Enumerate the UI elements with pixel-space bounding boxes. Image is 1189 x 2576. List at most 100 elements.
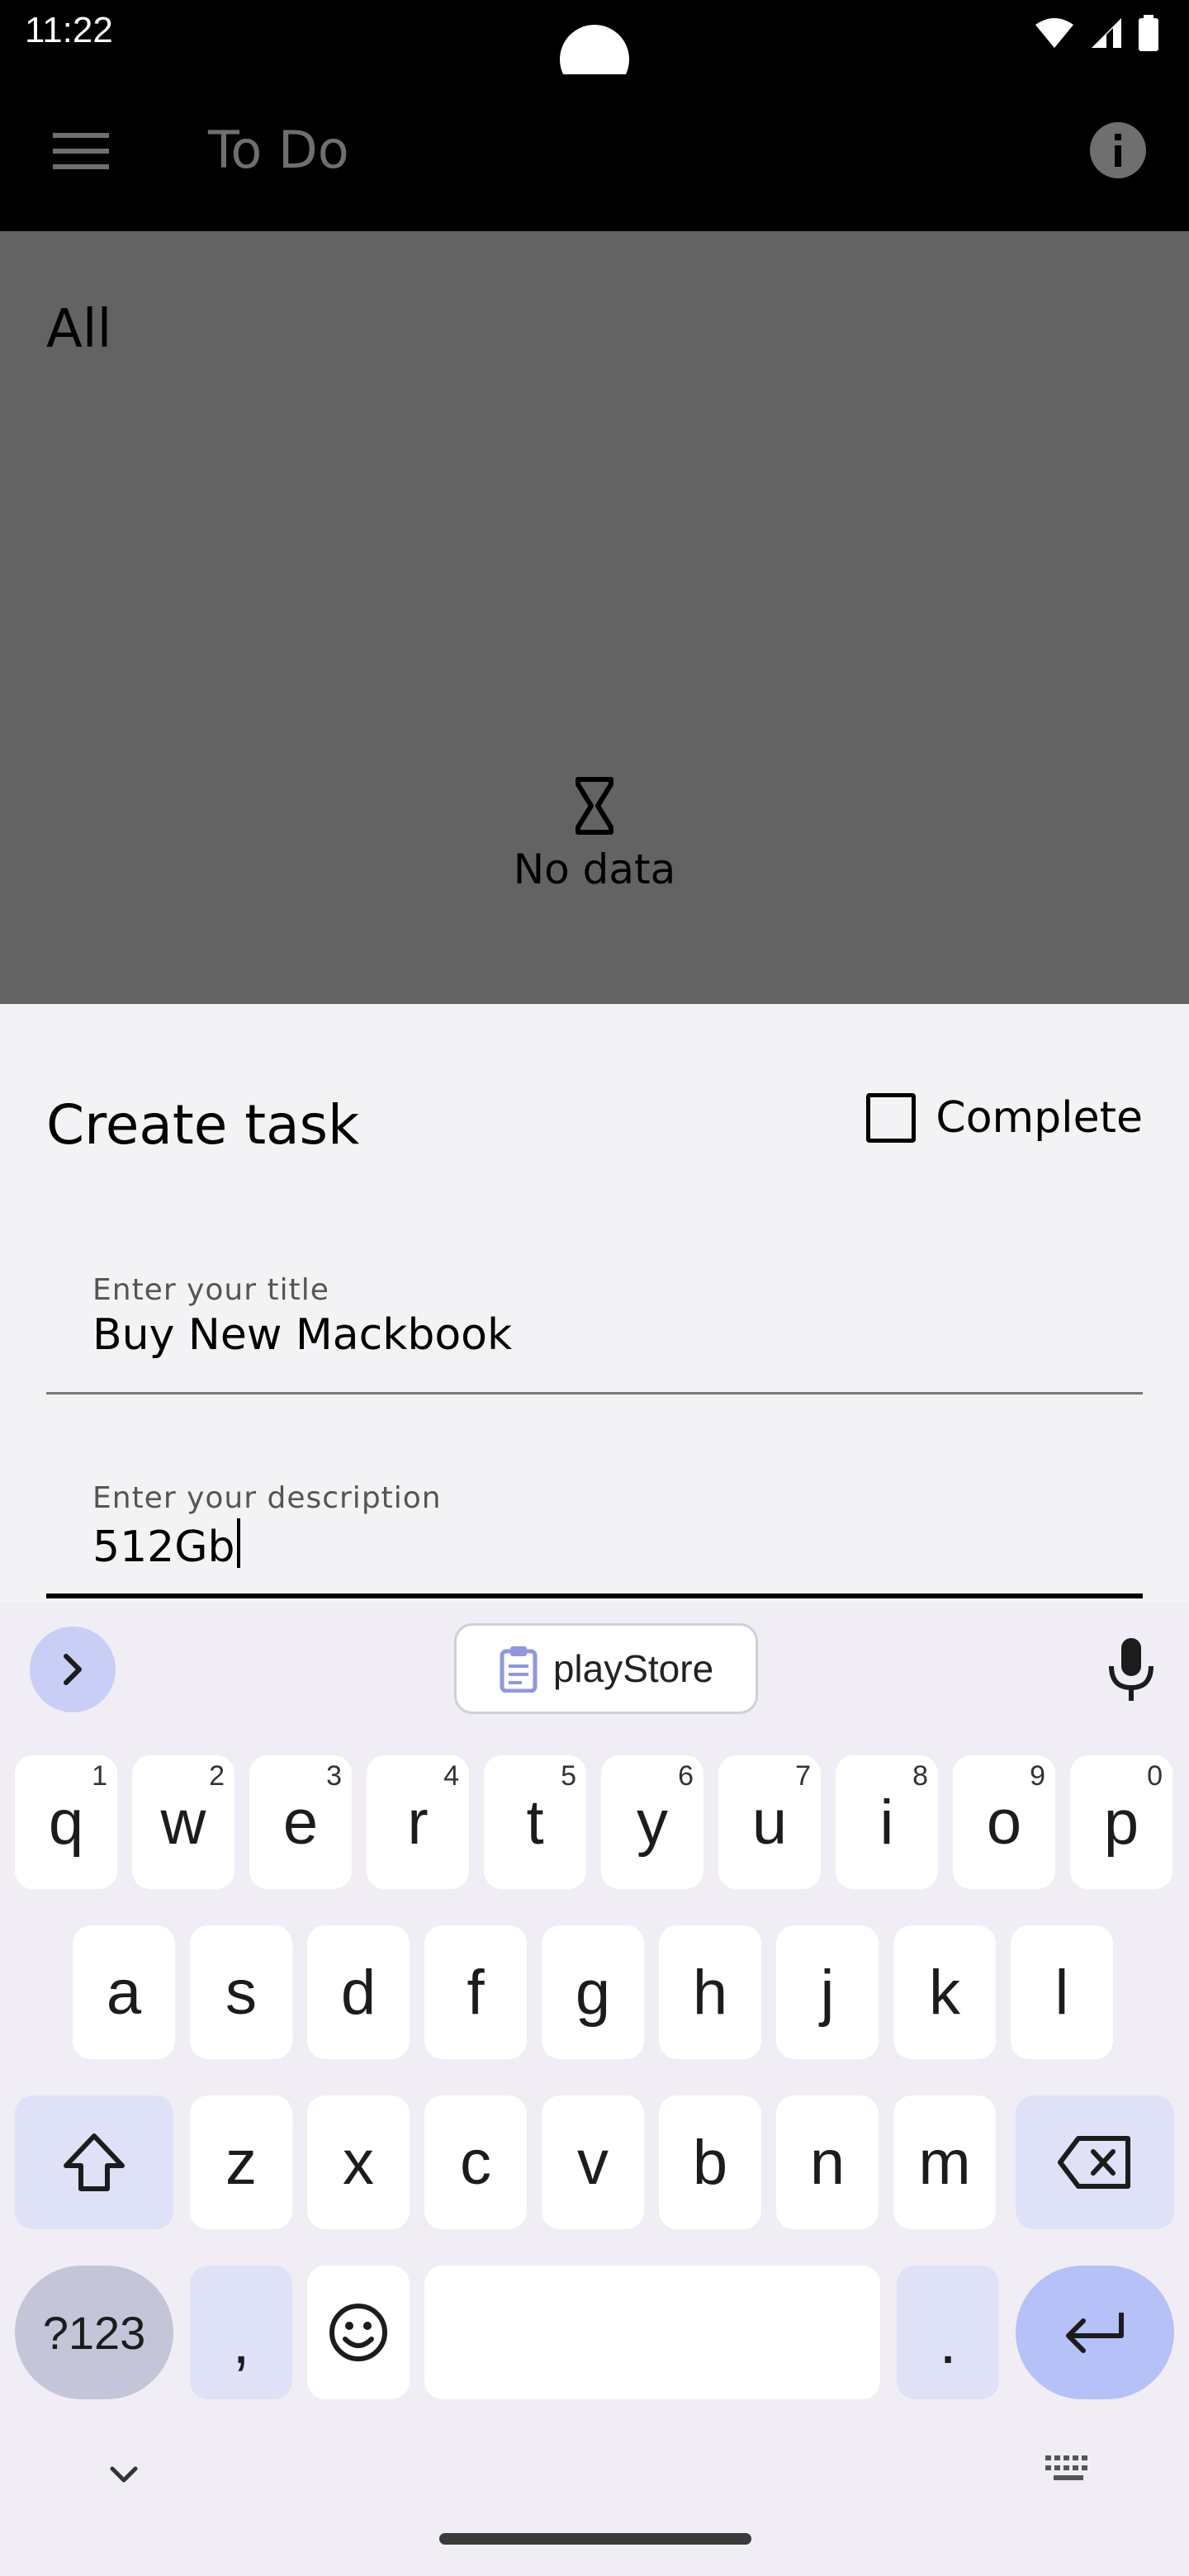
create-task-sheet: Create task Complete Enter your title Bu…	[0, 1004, 1189, 1602]
gesture-nav-handle[interactable]	[439, 2533, 751, 2545]
key-r-hint: 4	[443, 1760, 459, 1792]
key-t-hint: 5	[561, 1760, 576, 1792]
title-field-underline	[46, 1392, 1143, 1395]
info-button[interactable]	[1088, 121, 1148, 180]
app-bar: To Do	[0, 74, 1189, 231]
key-d[interactable]: d	[307, 1925, 410, 2059]
status-icons	[1034, 15, 1159, 51]
filter-label: All	[46, 299, 112, 360]
hourglass-icon	[576, 777, 613, 835]
key-o[interactable]: o9	[953, 1755, 1055, 1889]
symbols-key[interactable]: ?123	[15, 2266, 173, 2399]
key-p-hint: 0	[1147, 1760, 1163, 1792]
chevron-right-icon	[64, 1654, 82, 1685]
clipboard-suggestion-chip[interactable]: playStore	[454, 1623, 758, 1714]
title-field-value: Buy New Mackbook	[92, 1310, 513, 1360]
key-e-hint: 3	[326, 1760, 342, 1792]
keyboard-expand-button[interactable]	[30, 1627, 116, 1712]
title-field[interactable]: Enter your title Buy New Mackbook	[46, 1273, 1143, 1397]
voice-input-button[interactable]	[1106, 1636, 1156, 1702]
complete-checkbox[interactable]	[866, 1093, 917, 1143]
key-q[interactable]: q1	[15, 1755, 117, 1889]
key-f[interactable]: f	[424, 1925, 527, 2059]
battery-icon	[1139, 15, 1158, 51]
emoji-key[interactable]	[307, 2266, 410, 2399]
shift-key[interactable]	[15, 2095, 173, 2229]
key-p-label: p	[1103, 1787, 1139, 1858]
hide-keyboard-button[interactable]	[99, 2449, 149, 2498]
key-t[interactable]: t5	[484, 1755, 586, 1889]
key-q-hint: 1	[92, 1760, 107, 1792]
key-t-label: t	[526, 1787, 544, 1858]
description-field[interactable]: Enter your description 512Gb	[46, 1481, 1143, 1602]
backspace-key[interactable]	[1016, 2095, 1174, 2229]
key-u-hint: 7	[795, 1760, 811, 1792]
key-y[interactable]: y6	[601, 1755, 703, 1889]
chevron-down-icon	[110, 2466, 138, 2483]
description-field-underline	[46, 1593, 1143, 1598]
key-l[interactable]: l	[1011, 1925, 1113, 2059]
soft-keyboard: playStore q1 w2 e3 r4 t5 y6 u7 i8 o9 p0 …	[0, 1602, 1189, 2576]
key-m[interactable]: m	[893, 2095, 996, 2229]
key-g[interactable]: g	[542, 1925, 644, 2059]
key-w-label: w	[160, 1787, 206, 1858]
switch-keyboard-button[interactable]	[1044, 2452, 1093, 2488]
key-e[interactable]: e3	[249, 1755, 352, 1889]
shift-icon	[64, 2133, 125, 2191]
title-field-label: Enter your title	[92, 1273, 329, 1307]
key-x[interactable]: x	[307, 2095, 410, 2229]
key-a[interactable]: a	[73, 1925, 175, 2059]
key-k[interactable]: k	[893, 1925, 996, 2059]
task-list-area: All No data	[0, 231, 1189, 1004]
menu-button[interactable]	[46, 124, 116, 178]
complete-label: Complete	[936, 1093, 1143, 1143]
key-p[interactable]: p0	[1070, 1755, 1172, 1889]
key-y-hint: 6	[678, 1760, 694, 1792]
key-h[interactable]: h	[659, 1925, 761, 2059]
keyboard-icon	[1045, 2455, 1087, 2480]
key-z[interactable]: z	[190, 2095, 292, 2229]
wifi-icon	[1035, 18, 1073, 48]
key-q-label: q	[48, 1787, 84, 1858]
key-u-label: u	[751, 1787, 788, 1858]
comma-key[interactable]: ,	[190, 2266, 292, 2399]
key-i-hint: 8	[912, 1760, 928, 1792]
key-w-hint: 2	[209, 1760, 225, 1792]
key-i[interactable]: i8	[836, 1755, 938, 1889]
key-o-hint: 9	[1030, 1760, 1045, 1792]
backspace-icon	[1058, 2136, 1130, 2189]
key-s[interactable]: s	[190, 1925, 292, 2059]
status-time: 11:22	[25, 10, 113, 50]
text-caret	[236, 1518, 240, 1568]
key-e-label: e	[282, 1787, 319, 1858]
key-n[interactable]: n	[776, 2095, 879, 2229]
key-r-label: r	[407, 1787, 429, 1858]
space-key[interactable]	[424, 2266, 880, 2399]
info-icon	[1090, 122, 1146, 178]
description-value-text: 512Gb	[92, 1522, 235, 1572]
key-w[interactable]: w2	[132, 1755, 234, 1889]
keyboard-toolbar: playStore	[0, 1602, 1189, 1726]
key-b[interactable]: b	[659, 2095, 761, 2229]
enter-key[interactable]	[1016, 2266, 1174, 2399]
description-field-label: Enter your description	[92, 1481, 442, 1515]
key-o-label: o	[986, 1787, 1022, 1858]
period-key[interactable]: .	[897, 2266, 999, 2399]
status-bar: 11:22	[0, 0, 1189, 94]
complete-checkbox-row[interactable]: Complete	[866, 1093, 1143, 1143]
key-y-label: y	[637, 1787, 668, 1858]
sheet-title: Create task	[46, 1093, 360, 1157]
keyboard-bottom-bar	[0, 2427, 1189, 2576]
key-r[interactable]: r4	[367, 1755, 469, 1889]
menu-icon	[53, 133, 109, 169]
clipboard-chip-text: playStore	[552, 1647, 714, 1690]
enter-icon	[1066, 2313, 1124, 2353]
key-i-label: i	[879, 1787, 894, 1858]
mic-icon	[1109, 1638, 1153, 1701]
key-v[interactable]: v	[542, 2095, 644, 2229]
key-j[interactable]: j	[776, 1925, 879, 2059]
description-field-value: 512Gb	[92, 1518, 1143, 1572]
key-u[interactable]: u7	[718, 1755, 821, 1889]
key-c[interactable]: c	[424, 2095, 527, 2229]
empty-state-text: No data	[513, 845, 676, 893]
